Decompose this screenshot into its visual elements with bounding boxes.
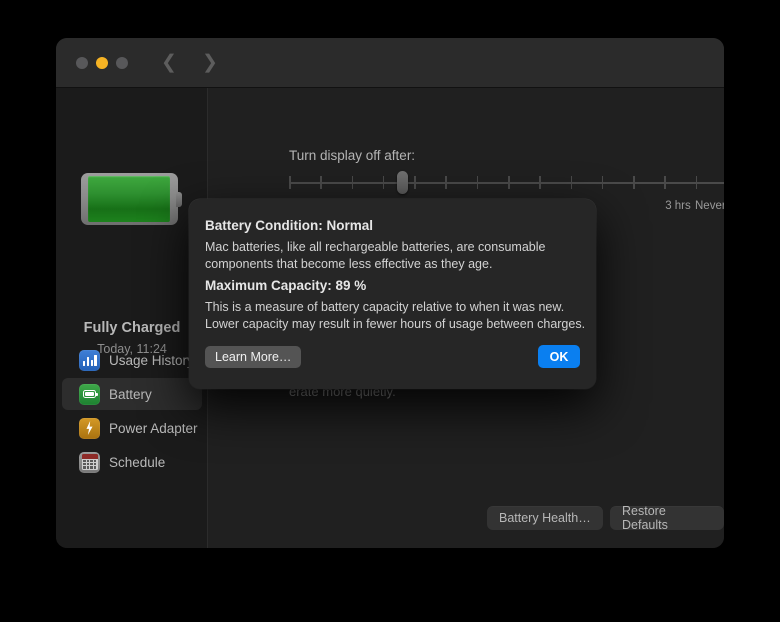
sidebar-item-label: Battery xyxy=(109,386,152,402)
slider-legend-label: 3 hrs xyxy=(665,200,691,212)
ok-button[interactable]: OK xyxy=(538,345,580,368)
slider-thumb[interactable] xyxy=(397,171,409,194)
close-window-button[interactable] xyxy=(76,57,88,69)
battery-condition-heading: Battery Condition: Normal xyxy=(205,218,374,233)
maximum-capacity-heading: Maximum Capacity: 89 % xyxy=(205,278,367,293)
battery-status-icon xyxy=(81,173,182,225)
minimize-window-button[interactable] xyxy=(96,57,108,69)
sidebar-item-label: Schedule xyxy=(109,454,166,470)
restore-defaults-button[interactable]: Restore Defaults xyxy=(610,504,724,532)
zoom-window-button[interactable] xyxy=(116,57,128,69)
power-adapter-bolt-icon xyxy=(79,417,100,439)
display-sleep-slider[interactable] xyxy=(289,171,724,194)
traffic-light-buttons xyxy=(76,57,128,69)
sidebar-item-battery[interactable]: Battery xyxy=(62,378,202,410)
forward-button[interactable]: ❯ xyxy=(199,51,221,75)
sidebar: Fully Charged Today, 11:24 Usage History… xyxy=(56,88,208,548)
slider-ticks xyxy=(289,176,724,189)
maximum-capacity-body: This is a measure of battery capacity re… xyxy=(205,300,586,331)
sidebar-item-power-adapter[interactable]: Power Adapter xyxy=(62,412,202,444)
learn-more-button[interactable]: Learn More… xyxy=(205,346,302,368)
battery-icon xyxy=(79,383,100,405)
sidebar-list: Usage History Battery Power Adapter Sche… xyxy=(56,344,208,480)
screen-root: ❮ ❯ Battery Search Fully Charged Today, … xyxy=(0,0,780,622)
sidebar-item-schedule[interactable]: Schedule xyxy=(62,446,202,478)
usage-history-icon xyxy=(79,349,100,371)
battery-status-label: Fully Charged xyxy=(83,320,181,336)
schedule-calendar-icon xyxy=(79,451,100,473)
sidebar-item-usage-history[interactable]: Usage History xyxy=(62,344,202,376)
display-sleep-label: Turn display off after: xyxy=(289,148,416,163)
sidebar-item-label: Power Adapter xyxy=(109,420,198,436)
battery-condition-body: Mac batteries, like all rechargeable bat… xyxy=(205,240,546,271)
slider-legend-label: Never xyxy=(695,200,724,212)
back-button[interactable]: ❮ xyxy=(158,51,180,75)
battery-condition-dialog: Battery Condition: Normal Mac batteries,… xyxy=(189,199,596,389)
sidebar-item-label: Usage History xyxy=(109,352,194,368)
window-titlebar: ❮ ❯ Battery Search xyxy=(56,38,724,114)
battery-health-button[interactable]: Battery Health… xyxy=(487,506,603,530)
